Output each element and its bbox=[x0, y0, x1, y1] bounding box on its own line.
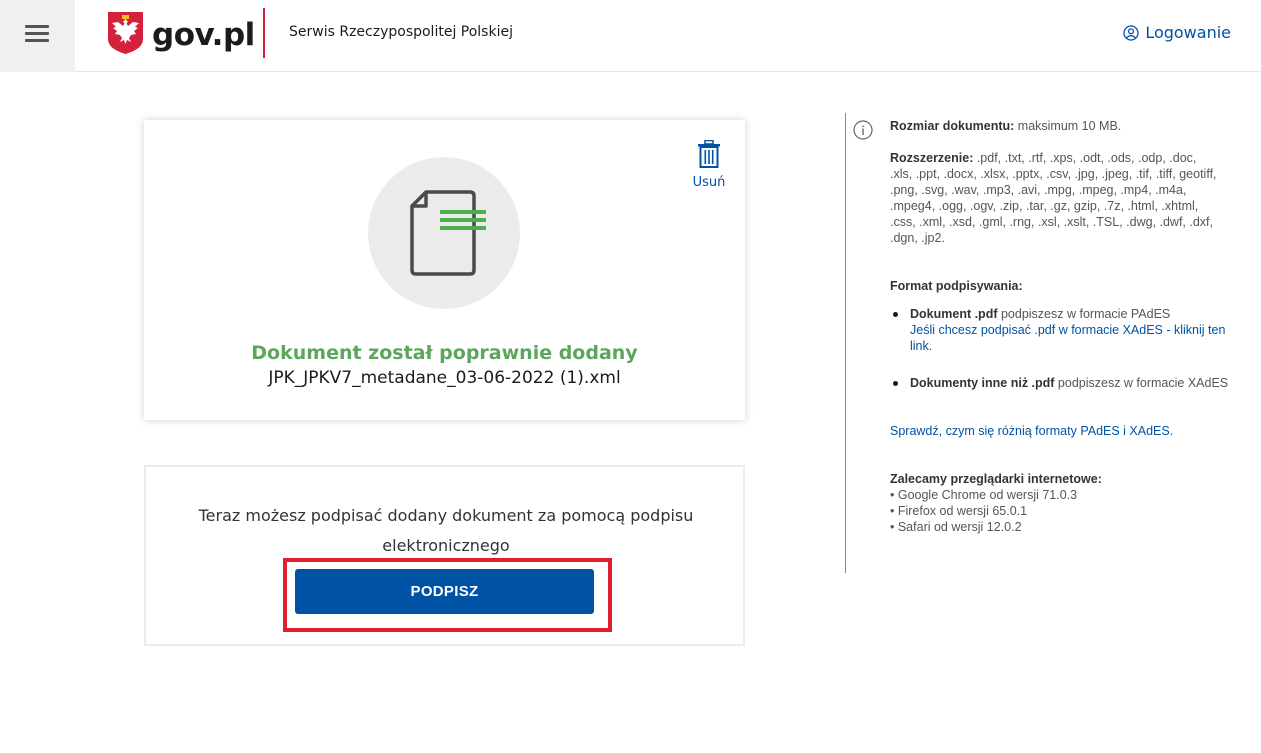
format-heading: Format podpisywania: bbox=[890, 278, 1230, 294]
uploaded-document-card: Usuń Dokument został poprawnie dodany JP… bbox=[144, 120, 745, 420]
header-divider bbox=[263, 8, 265, 58]
menu-icon-bar bbox=[25, 32, 49, 35]
delete-label: Usuń bbox=[692, 175, 726, 190]
login-label: Logowanie bbox=[1145, 23, 1231, 42]
sign-prompt-line2: elektronicznego bbox=[382, 536, 510, 555]
extensions-value: .pdf, .txt, .rtf, .xps, .odt, .ods, .odp… bbox=[890, 151, 1217, 245]
browser-item: • Safari od wersji 12.0.2 bbox=[890, 520, 1022, 534]
size-value: maksimum 10 MB. bbox=[1014, 119, 1122, 133]
polish-eagle-emblem-icon bbox=[108, 12, 143, 54]
pdf-format-text: podpiszesz w formacie PAdES bbox=[997, 307, 1171, 321]
other-format-bold: Dokumenty inne niż .pdf bbox=[910, 376, 1055, 390]
browser-item: • Google Chrome od wersji 71.0.3 bbox=[890, 488, 1078, 502]
delete-document-button[interactable]: Usuń bbox=[692, 139, 726, 190]
sign-document-card: Teraz możesz podpisać dodany dokument za… bbox=[144, 465, 745, 646]
hamburger-menu-button[interactable] bbox=[0, 0, 75, 72]
document-icon bbox=[410, 190, 486, 276]
upload-success-message: Dokument został poprawnie dodany bbox=[251, 342, 638, 364]
uploaded-filename: JPK_JPKV7_metadane_03-06-2022 (1).xml bbox=[268, 368, 621, 388]
pdf-format-bold: Dokument .pdf bbox=[910, 307, 998, 321]
pdf-format-item: Dokument .pdf podpiszesz w formacie PAdE… bbox=[890, 306, 1230, 354]
menu-icon-bar bbox=[25, 39, 49, 42]
size-info: Rozmiar dokumentu: maksimum 10 MB. bbox=[890, 118, 1230, 134]
extensions-info: Rozszerzenie: .pdf, .txt, .rtf, .xps, .o… bbox=[890, 150, 1220, 246]
site-header: gov.pl Serwis Rzeczypospolitej Polskiej … bbox=[0, 0, 1261, 72]
other-format-item: Dokumenty inne niż .pdf podpiszesz w for… bbox=[890, 375, 1230, 391]
user-icon bbox=[1123, 24, 1139, 41]
other-format-text: podpiszesz w formacie XAdES bbox=[1054, 376, 1229, 390]
info-sidebar: Rozmiar dokumentu: maksimum 10 MB. Rozsz… bbox=[845, 113, 1235, 573]
login-link[interactable]: Logowanie bbox=[1123, 23, 1231, 42]
service-name: Serwis Rzeczypospolitej Polskiej bbox=[289, 24, 513, 40]
sign-prompt: Teraz możesz podpisać dodany dokument za… bbox=[196, 501, 696, 561]
info-icon bbox=[853, 120, 873, 140]
xades-pdf-link[interactable]: Jeśli chcesz podpisać .pdf w formacie XA… bbox=[910, 323, 1225, 353]
document-icon-circle bbox=[368, 157, 520, 309]
trash-icon bbox=[698, 139, 720, 168]
format-heading-text: Format podpisywania: bbox=[890, 279, 1023, 293]
sign-button[interactable]: PODPISZ bbox=[295, 569, 594, 614]
size-label: Rozmiar dokumentu: bbox=[890, 119, 1015, 133]
compare-formats-link[interactable]: Sprawdź, czym się różnią formaty PAdES i… bbox=[890, 424, 1173, 438]
browser-item: • Firefox od wersji 65.0.1 bbox=[890, 504, 1028, 518]
logo-text: gov.pl bbox=[152, 17, 255, 53]
menu-icon-bar bbox=[25, 25, 49, 28]
extensions-label: Rozszerzenie: bbox=[890, 151, 974, 165]
browsers-info: Zalecamy przeglądarki internetowe: • Goo… bbox=[890, 471, 1230, 535]
browsers-heading: Zalecamy przeglądarki internetowe: bbox=[890, 472, 1102, 486]
sign-prompt-line1: Teraz możesz podpisać dodany dokument za… bbox=[198, 506, 694, 525]
compare-formats: Sprawdź, czym się różnią formaty PAdES i… bbox=[890, 423, 1230, 439]
